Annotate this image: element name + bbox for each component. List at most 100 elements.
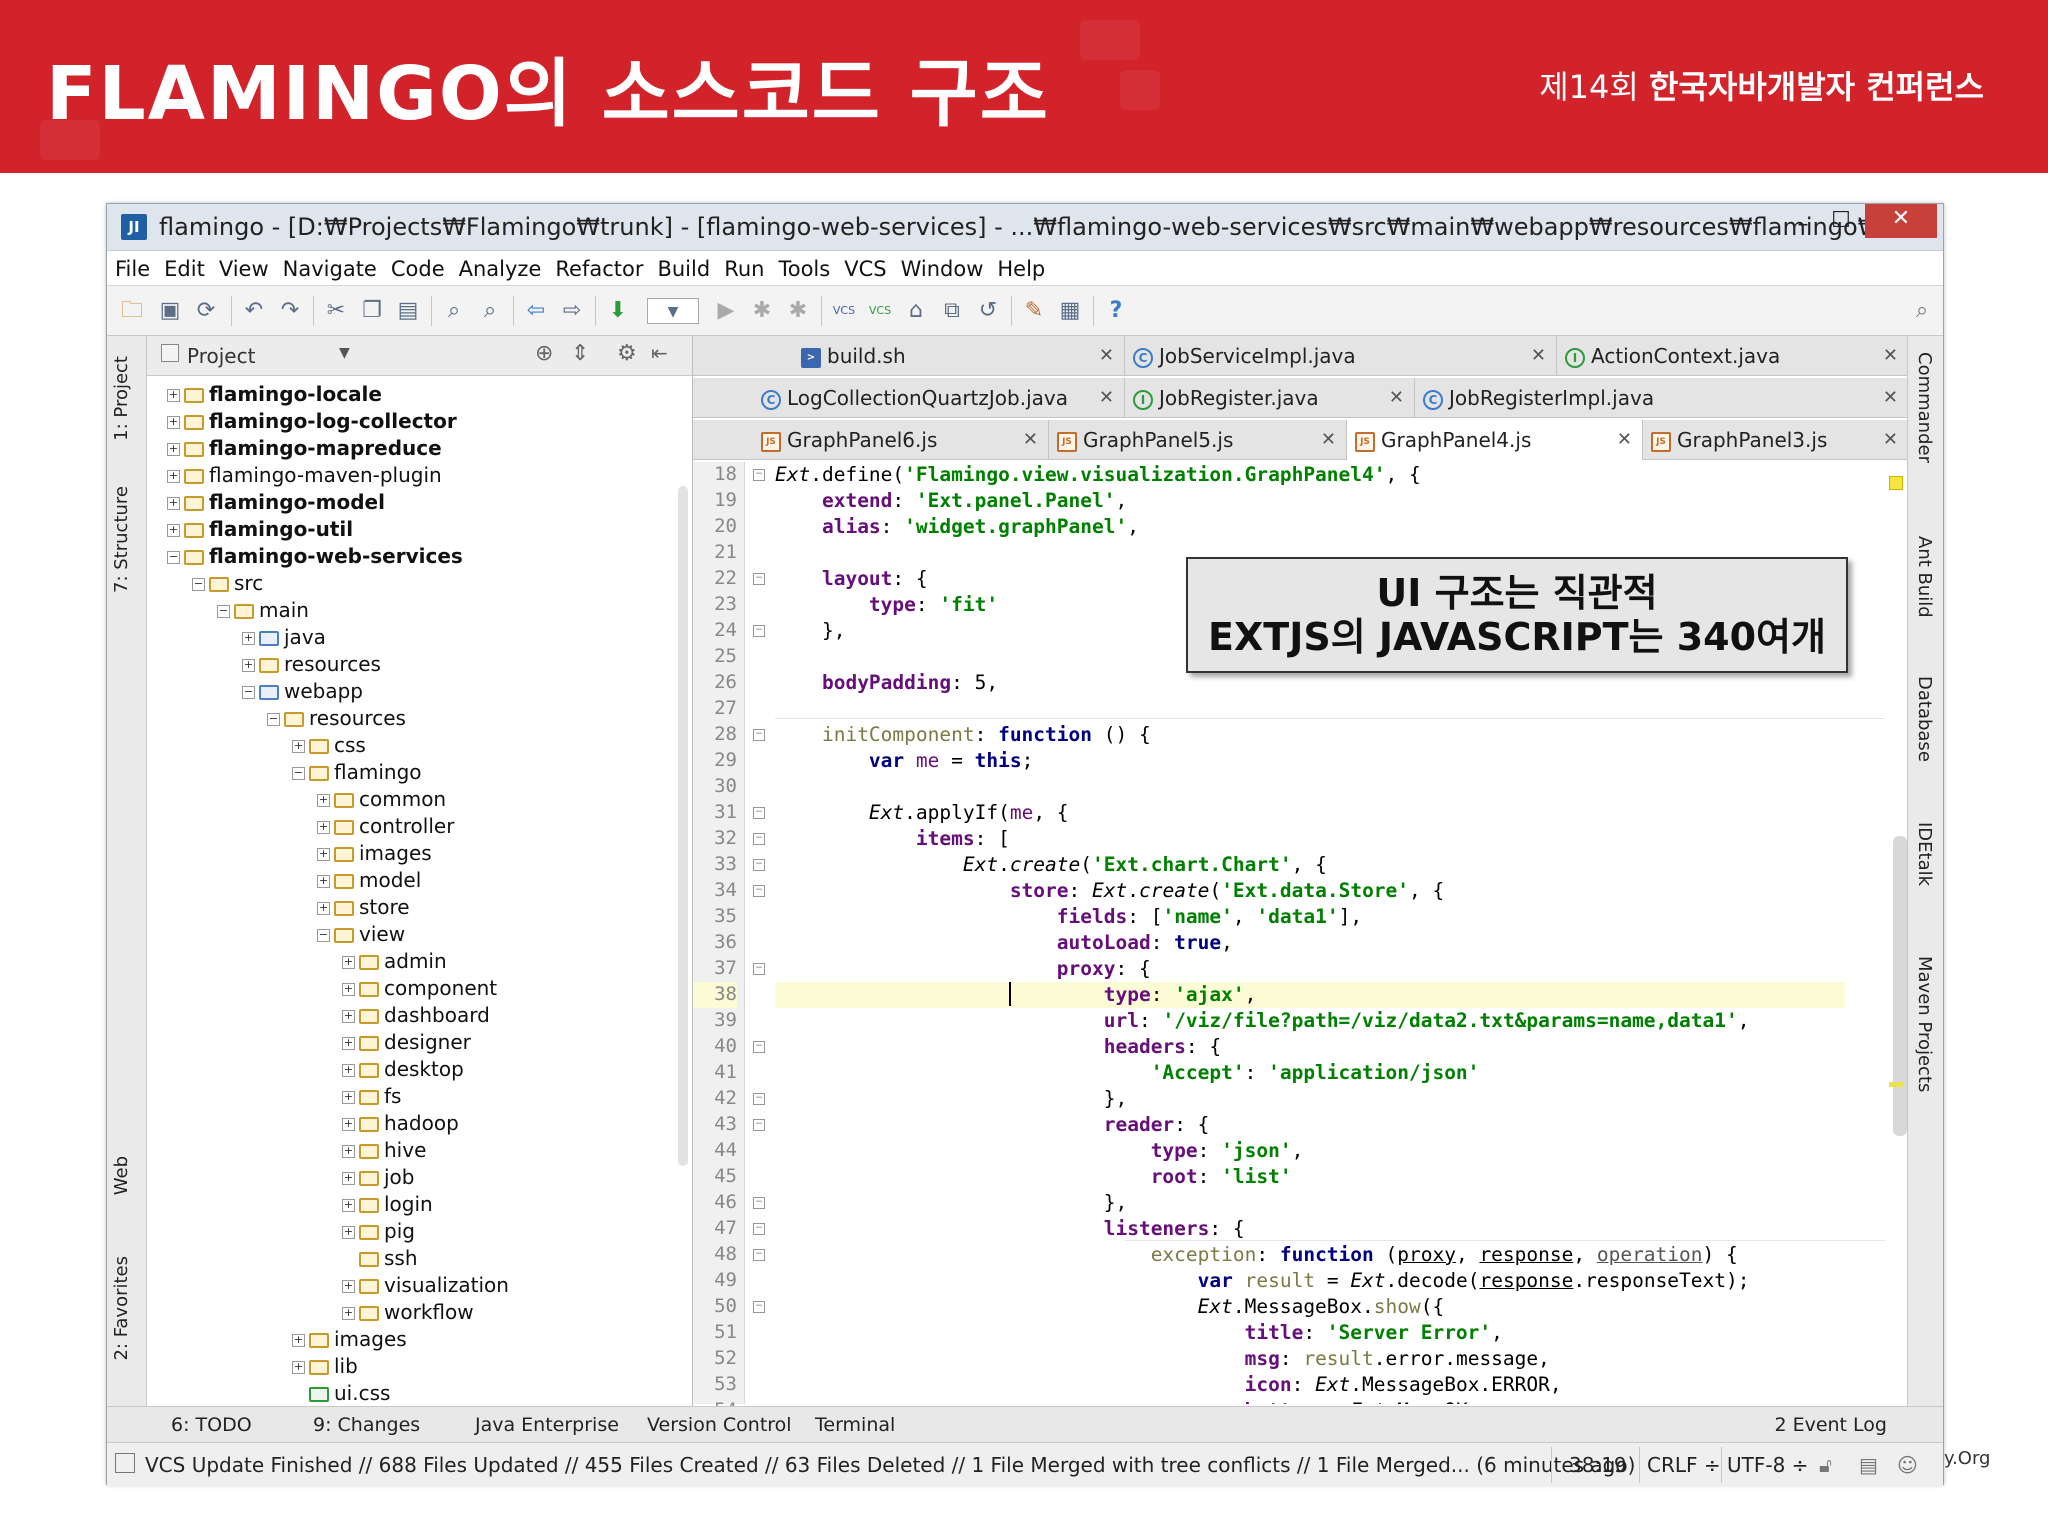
tree-node[interactable]: + images	[292, 1326, 407, 1352]
tab-database[interactable]: Database	[1914, 676, 1935, 762]
tab-structure[interactable]: 7: Structure	[111, 486, 132, 593]
menu-tools[interactable]: Tools	[770, 251, 836, 281]
encoding-selector[interactable]: UTF-8 ÷	[1727, 1453, 1808, 1477]
collapse-icon[interactable]: −	[167, 551, 180, 564]
fold-marker-icon[interactable]: −	[753, 1223, 765, 1235]
expand-icon[interactable]: +	[242, 659, 255, 672]
menu-navigate[interactable]: Navigate	[275, 251, 383, 281]
open-folder-icon[interactable]: 🗀	[119, 298, 145, 324]
fold-marker-icon[interactable]: −	[753, 833, 765, 845]
copy-icon[interactable]: ❐	[359, 298, 385, 324]
find-icon[interactable]: ⌕	[441, 298, 467, 324]
search-everywhere-icon[interactable]: ⌕	[1909, 298, 1935, 324]
expand-icon[interactable]: +	[342, 983, 355, 996]
editor-tab[interactable]: I ActionContext.java ✕	[1557, 336, 1909, 376]
changes-tab[interactable]: 9: Changes	[313, 1414, 420, 1436]
menu-help[interactable]: Help	[989, 251, 1051, 281]
tab-favorites[interactable]: 2: Favorites	[111, 1256, 132, 1361]
status-message[interactable]: VCS Update Finished // 688 Files Updated…	[145, 1453, 1635, 1477]
menu-edit[interactable]: Edit	[156, 251, 211, 281]
expand-icon[interactable]: +	[342, 956, 355, 969]
window-titlebar[interactable]: JI flamingo - [D:₩Projects₩Flamingo₩trun…	[107, 204, 1943, 251]
menu-code[interactable]: Code	[383, 251, 451, 281]
tree-node[interactable]: + fs	[342, 1083, 401, 1109]
project-structure-icon[interactable]: ▦	[1057, 298, 1083, 324]
tree-node[interactable]: + flamingo-maven-plugin	[167, 462, 442, 488]
collapse-icon[interactable]: −	[217, 605, 230, 618]
project-scrollbar[interactable]	[678, 486, 688, 1166]
collapse-icon[interactable]: −	[292, 767, 305, 780]
collapse-icon[interactable]: −	[267, 713, 280, 726]
collapse-icon[interactable]: −	[242, 686, 255, 699]
expand-icon[interactable]: +	[342, 1064, 355, 1077]
expand-icon[interactable]: +	[342, 1199, 355, 1212]
version-control-tab[interactable]: Version Control	[647, 1414, 792, 1436]
menu-vcs[interactable]: VCS	[836, 251, 892, 281]
collapse-all-icon[interactable]: ⇕	[571, 341, 589, 366]
expand-icon[interactable]: +	[292, 1334, 305, 1347]
tree-node[interactable]: − resources	[267, 705, 406, 731]
editor-scrollbar[interactable]	[1893, 836, 1907, 1136]
tab-commander[interactable]: Commander	[1914, 352, 1935, 463]
paste-icon[interactable]: ▤	[395, 298, 421, 324]
tree-node[interactable]: + flamingo-locale	[167, 381, 382, 407]
expand-icon[interactable]: +	[342, 1226, 355, 1239]
scroll-from-source-icon[interactable]: ⊕	[535, 341, 553, 366]
replace-icon[interactable]: ⌕	[477, 298, 503, 324]
expand-icon[interactable]: +	[292, 1361, 305, 1374]
settings-icon[interactable]: ✎	[1021, 298, 1047, 324]
collapse-icon[interactable]: −	[317, 929, 330, 942]
menu-run[interactable]: Run	[716, 251, 770, 281]
tree-node[interactable]: + controller	[317, 813, 454, 839]
tree-node[interactable]: + visualization	[342, 1272, 509, 1298]
run-icon[interactable]: ▶	[713, 298, 739, 324]
maximize-button[interactable]: ☐	[1821, 206, 1861, 240]
expand-icon[interactable]: +	[342, 1172, 355, 1185]
fold-marker-icon[interactable]: −	[753, 1301, 765, 1313]
forward-icon[interactable]: ⇨	[559, 298, 585, 324]
tree-node[interactable]: + flamingo-model	[167, 489, 385, 515]
tree-node[interactable]: + resources	[242, 651, 381, 677]
fold-marker-icon[interactable]: −	[753, 729, 765, 741]
tab-idetalk[interactable]: IDEtalk	[1914, 822, 1935, 886]
minimize-button[interactable]: –	[1783, 210, 1823, 244]
fold-marker-icon[interactable]: −	[753, 1041, 765, 1053]
fold-marker-icon[interactable]: −	[753, 469, 765, 481]
editor-tab[interactable]: JS GraphPanel5.js ✕	[1049, 420, 1347, 460]
synchronize-icon[interactable]: ⟳	[193, 298, 219, 324]
menu-view[interactable]: View	[211, 251, 275, 281]
tree-node[interactable]: + admin	[342, 948, 447, 974]
fold-marker-icon[interactable]: −	[753, 1119, 765, 1131]
tab-ant-build[interactable]: Ant Build	[1914, 536, 1935, 618]
close-tab-icon[interactable]: ✕	[1321, 420, 1336, 460]
expand-icon[interactable]: +	[317, 902, 330, 915]
expand-icon[interactable]: +	[242, 632, 255, 645]
lock-icon[interactable]: 🔓︎	[1819, 1453, 1832, 1477]
tree-node[interactable]: − flamingo-web-services	[167, 543, 463, 569]
tree-node[interactable]: + java	[242, 624, 326, 650]
redo-icon[interactable]: ↷	[277, 298, 303, 324]
hector-icon[interactable]: ☺	[1897, 1453, 1918, 1477]
editor-tab[interactable]: > build.sh ✕	[793, 336, 1125, 376]
tree-node[interactable]: + desktop	[342, 1056, 464, 1082]
vcs-compare-icon[interactable]: ⧉	[939, 298, 965, 324]
tree-node[interactable]: + common	[317, 786, 446, 812]
tab-project[interactable]: 1: Project	[111, 356, 132, 441]
tree-node[interactable]: + css	[292, 732, 366, 758]
fold-marker-icon[interactable]: −	[753, 1197, 765, 1209]
expand-icon[interactable]: +	[167, 389, 180, 402]
expand-icon[interactable]: +	[317, 821, 330, 834]
collapse-icon[interactable]: −	[192, 578, 205, 591]
editor-tab[interactable]: JS GraphPanel3.js ✕	[1643, 420, 1909, 460]
tree-node[interactable]: + flamingo-mapreduce	[167, 435, 442, 461]
error-stripe-mark[interactable]	[1889, 1082, 1903, 1087]
tree-node[interactable]: − main	[217, 597, 309, 623]
expand-icon[interactable]: +	[342, 1118, 355, 1131]
expand-icon[interactable]: +	[342, 1145, 355, 1158]
editor-tab[interactable]: C JobRegisterImpl.java ✕	[1415, 378, 1909, 418]
fold-marker-icon[interactable]: −	[753, 807, 765, 819]
terminal-tab[interactable]: Terminal	[815, 1414, 895, 1436]
close-tab-icon[interactable]: ✕	[1883, 378, 1898, 418]
tool-windows-toggle-icon[interactable]	[115, 1453, 135, 1473]
expand-icon[interactable]: +	[342, 1280, 355, 1293]
